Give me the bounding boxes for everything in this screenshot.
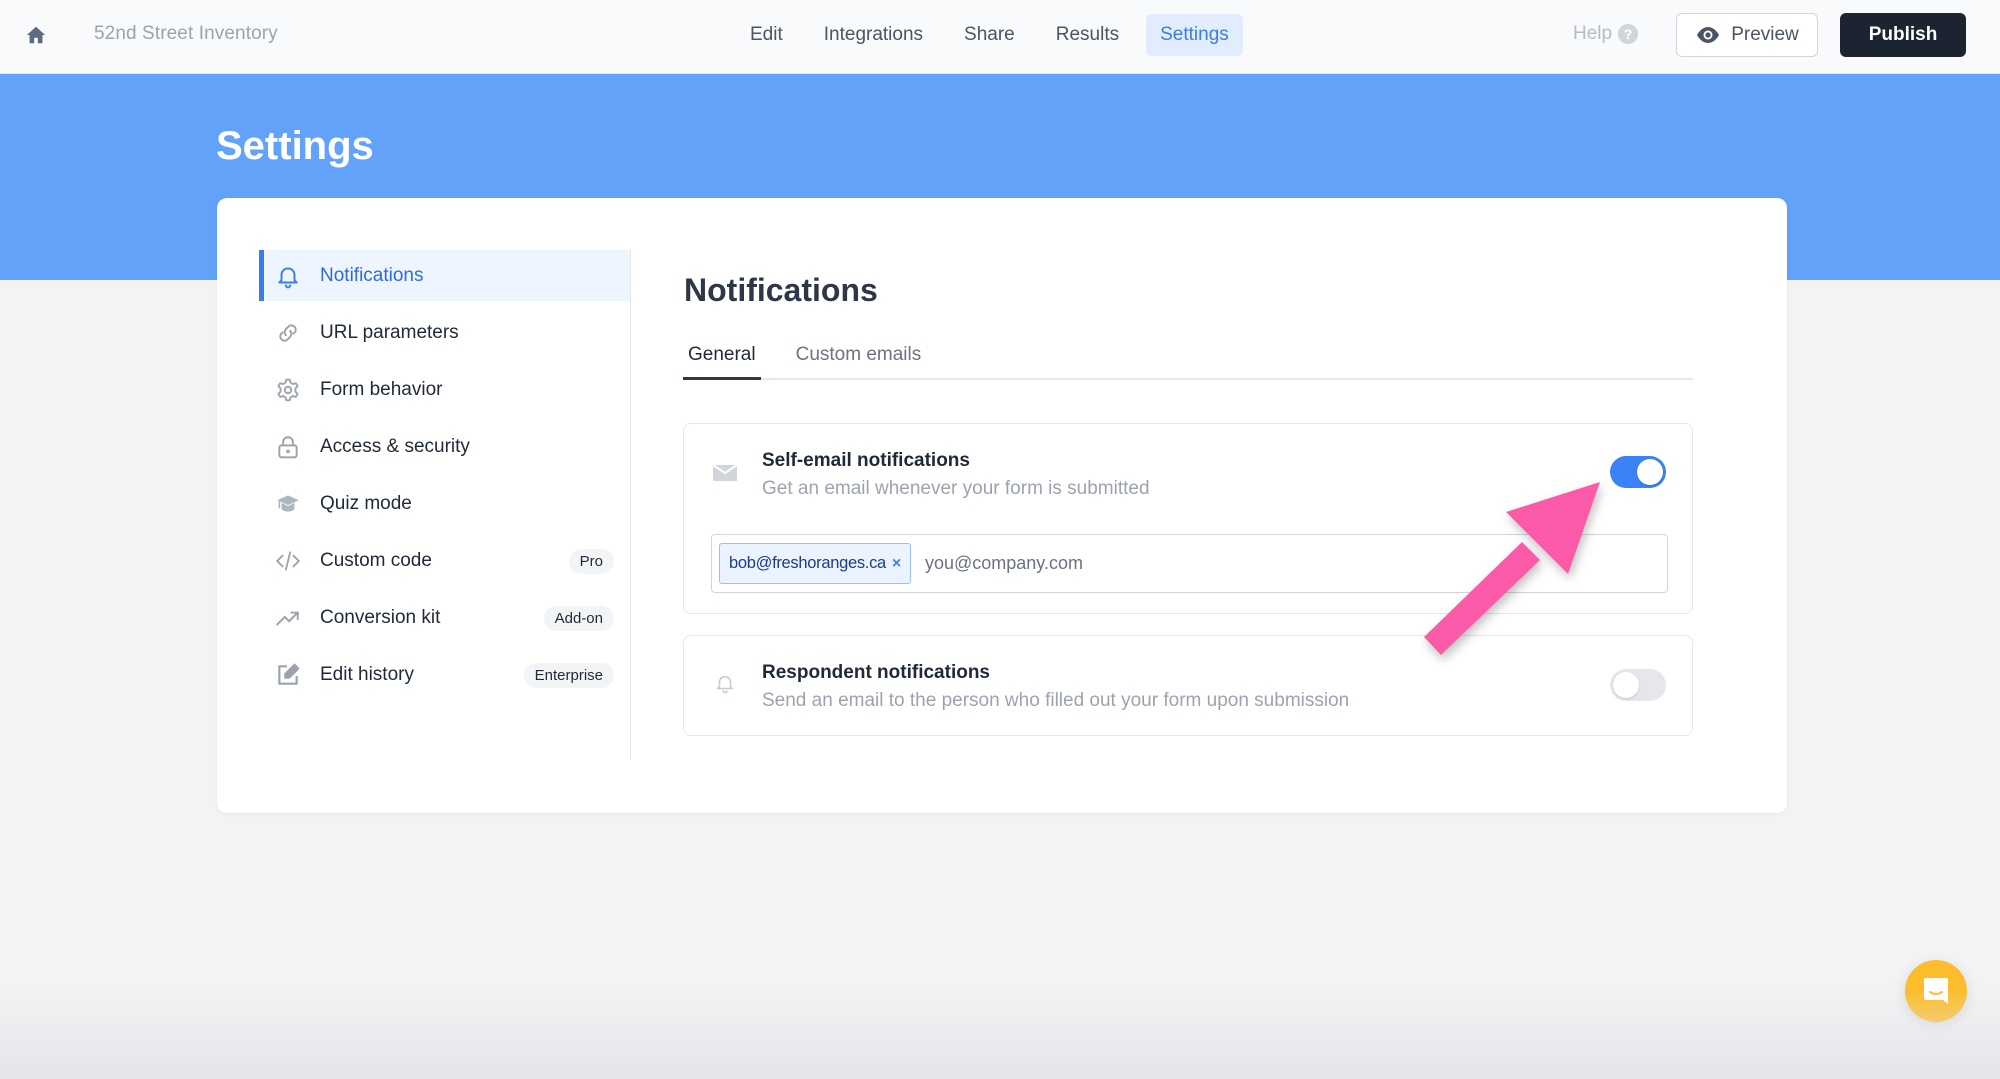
sidebar-divider: [630, 250, 631, 760]
notification-tabs: General Custom emails: [683, 330, 1693, 380]
lock-icon: [278, 436, 298, 459]
sidebar-item-quiz-mode[interactable]: Quiz mode: [259, 478, 630, 529]
help-circle-icon: ?: [1618, 24, 1639, 44]
bottom-fade: [0, 989, 2000, 1079]
email-chip-label: bob@freshoranges.ca: [729, 554, 886, 572]
sidebar-item-label: Notifications: [320, 265, 424, 286]
help-label: Help: [1573, 23, 1613, 44]
tab-custom-emails[interactable]: Custom emails: [791, 330, 927, 378]
settings-card: Notifications URL parameters Form behavi…: [217, 198, 1787, 813]
sidebar-item-label: Quiz mode: [320, 493, 412, 514]
toggle-knob: [1637, 459, 1663, 485]
preview-button[interactable]: Preview: [1676, 13, 1818, 57]
bell-icon: [716, 675, 734, 694]
sidebar-item-label: Custom code: [320, 550, 432, 571]
sidebar-item-url-parameters[interactable]: URL parameters: [259, 307, 630, 358]
recipient-email-field[interactable]: bob@freshoranges.ca ×: [711, 534, 1668, 593]
sidebar-item-custom-code[interactable]: Custom code Pro: [259, 535, 630, 586]
remove-chip-icon[interactable]: ×: [892, 555, 901, 573]
nav-settings[interactable]: Settings: [1146, 14, 1243, 56]
graduation-cap-icon: [277, 495, 299, 512]
top-bar: 52nd Street Inventory Edit Integrations …: [0, 0, 2000, 74]
self-email-toggle[interactable]: [1610, 456, 1666, 488]
respondent-toggle[interactable]: [1610, 669, 1666, 701]
preview-label: Preview: [1731, 24, 1799, 45]
eye-icon: [1697, 27, 1720, 43]
section-title: Notifications: [684, 272, 878, 308]
self-email-card: Self-email notifications Get an email wh…: [683, 423, 1693, 614]
respondent-description: Send an email to the person who filled o…: [762, 690, 1350, 711]
main-nav: Edit Integrations Share Results Settings: [736, 14, 1256, 56]
tab-general[interactable]: General: [683, 330, 761, 380]
nav-integrations[interactable]: Integrations: [810, 14, 937, 56]
nav-share[interactable]: Share: [950, 14, 1029, 56]
self-email-title: Self-email notifications: [762, 450, 970, 471]
toggle-knob: [1613, 672, 1639, 698]
sidebar-item-label: URL parameters: [320, 322, 459, 343]
link-icon: [279, 324, 297, 342]
respondent-card: Respondent notifications Send an email t…: [683, 635, 1693, 736]
sidebar-item-label: Form behavior: [320, 379, 443, 400]
nav-edit[interactable]: Edit: [736, 14, 797, 56]
sidebar-item-edit-history[interactable]: Edit history Enterprise: [259, 649, 630, 700]
plan-badge: Add-on: [543, 606, 614, 631]
sidebar-item-notifications[interactable]: Notifications: [259, 250, 630, 301]
sidebar-item-conversion-kit[interactable]: Conversion kit Add-on: [259, 592, 630, 643]
edit-icon: [278, 663, 300, 685]
plan-badge: Pro: [568, 549, 614, 574]
settings-sidebar: Notifications URL parameters Form behavi…: [259, 250, 630, 706]
email-input[interactable]: [924, 553, 1425, 574]
help-link[interactable]: Help ?: [1573, 23, 1639, 45]
gear-icon: [277, 378, 299, 402]
sidebar-item-label: Conversion kit: [320, 607, 441, 628]
publish-button[interactable]: Publish: [1840, 13, 1966, 57]
sidebar-item-label: Access & security: [320, 436, 470, 457]
bell-icon: [278, 267, 298, 289]
trending-up-icon: [276, 611, 299, 626]
sidebar-item-access-security[interactable]: Access & security: [259, 421, 630, 472]
respondent-title: Respondent notifications: [762, 662, 990, 683]
chat-icon: [1924, 978, 1948, 1004]
form-title[interactable]: 52nd Street Inventory: [94, 23, 278, 45]
code-icon: [275, 551, 301, 571]
page-title: Settings: [216, 124, 374, 168]
plan-badge: Enterprise: [523, 663, 614, 688]
email-chip: bob@freshoranges.ca ×: [719, 543, 911, 584]
sidebar-item-label: Edit history: [320, 664, 414, 685]
envelope-icon: [712, 464, 738, 481]
home-icon[interactable]: [25, 24, 47, 46]
chat-launcher-button[interactable]: [1905, 960, 1967, 1022]
self-email-description: Get an email whenever your form is submi…: [762, 478, 1150, 499]
nav-results[interactable]: Results: [1042, 14, 1133, 56]
sidebar-item-form-behavior[interactable]: Form behavior: [259, 364, 630, 415]
